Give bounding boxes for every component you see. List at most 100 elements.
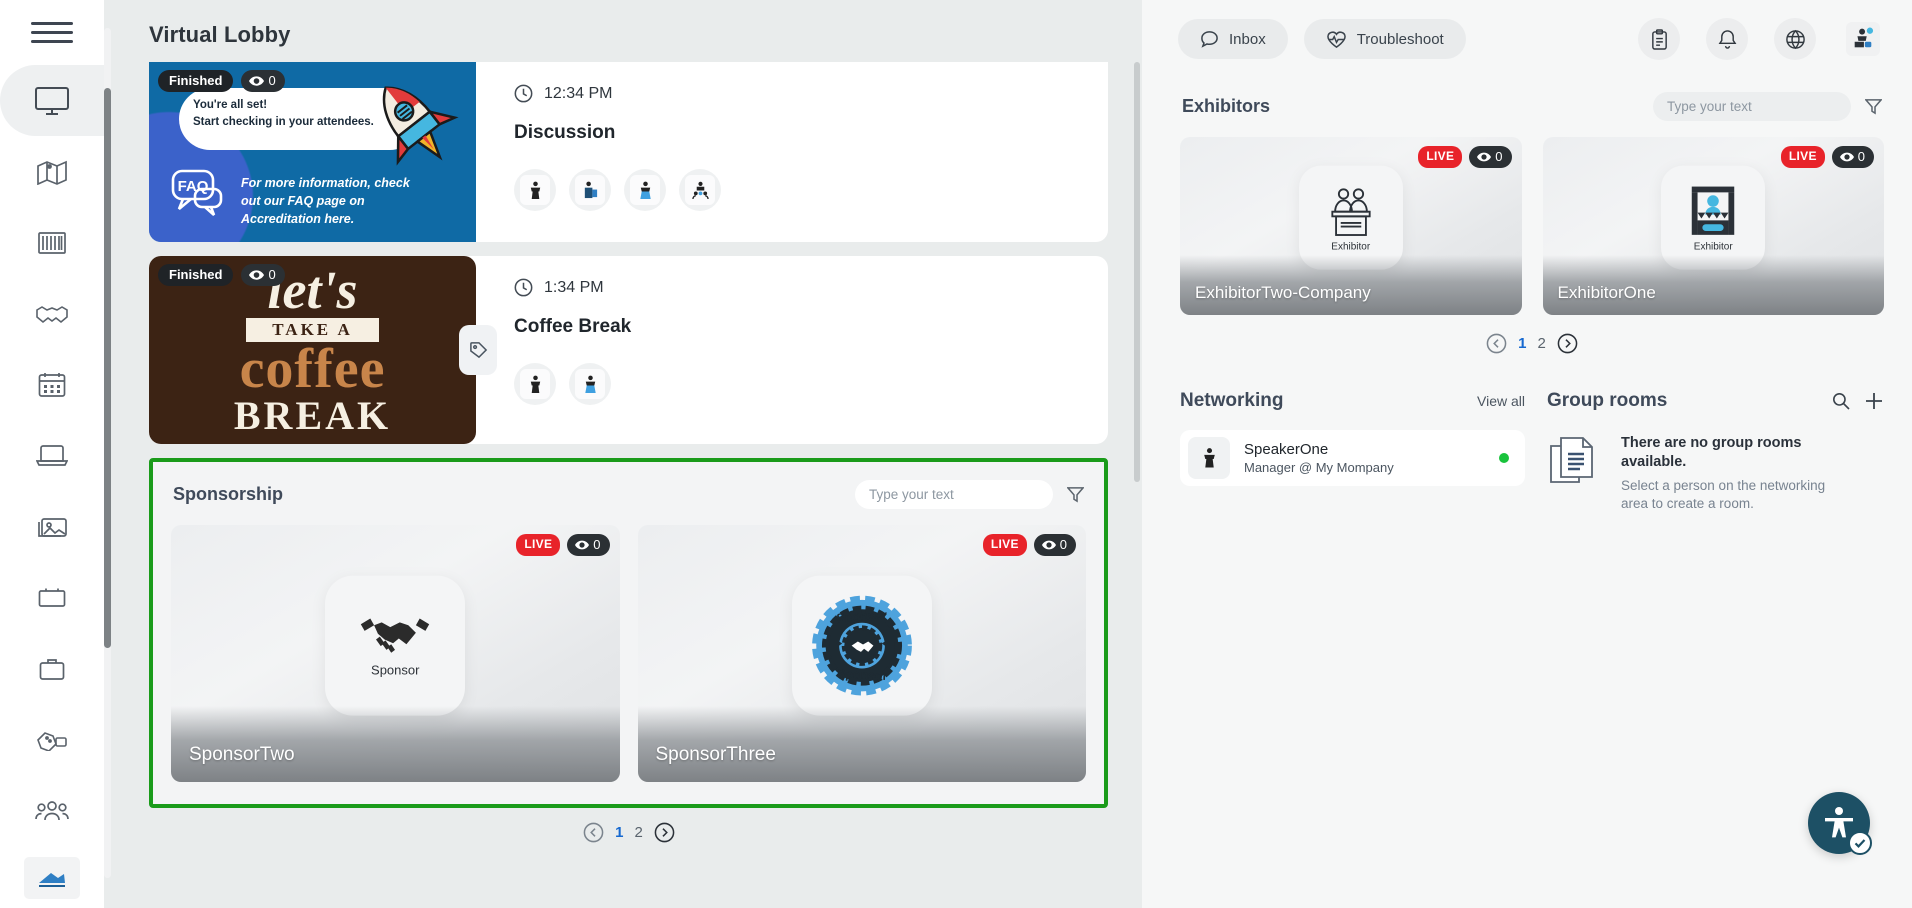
speaker-avatar[interactable] (569, 169, 611, 211)
group-rooms-empty-text: There are no group rooms available. Sele… (1621, 432, 1843, 513)
page-number-2[interactable]: 2 (1538, 335, 1546, 352)
content-scrollbar[interactable] (1134, 62, 1140, 482)
sponsorship-search[interactable] (855, 480, 1053, 509)
live-badge: LIVE (1418, 146, 1463, 168)
filter-icon[interactable] (1067, 486, 1084, 503)
search-icon[interactable] (1832, 392, 1850, 410)
podium-blue-icon (630, 175, 660, 205)
filter-icon[interactable] (1865, 98, 1882, 115)
networking-title: Networking (1180, 390, 1284, 411)
eye-icon (1839, 152, 1854, 162)
right-panel: Inbox Troubleshoot Exhibitors Type your … (1142, 0, 1912, 908)
sidebar-scrollbar-thumb[interactable] (104, 88, 111, 648)
notifications-button[interactable] (1706, 18, 1748, 60)
group-rooms-header: Group rooms (1547, 390, 1884, 412)
exhibitors-search-input[interactable] (1667, 99, 1844, 114)
exhibitor-card[interactable]: LIVE 0 Exhibitor ExhibitorTwo-Company (1180, 137, 1522, 315)
exhibitors-search[interactable] (1653, 92, 1851, 121)
tag-icon[interactable] (459, 325, 497, 375)
clipboard-icon (1651, 28, 1667, 50)
eye-icon (249, 270, 265, 280)
prev-page-icon[interactable] (583, 822, 604, 843)
speaker-avatar[interactable] (514, 363, 556, 405)
event-logo-icon (24, 857, 80, 899)
views-count: 0 (593, 537, 601, 552)
right-body: Exhibitors LIVE (1142, 78, 1912, 513)
networking-person-card[interactable]: SpeakerOne Manager @ My Mompany (1180, 430, 1525, 486)
exhibitor-name: ExhibitorTwo-Company (1195, 283, 1371, 302)
group-rooms-empty-subtitle: Select a person on the networking area t… (1621, 478, 1826, 511)
verified-check-icon (1848, 831, 1872, 855)
online-status-dot (1499, 453, 1509, 463)
presenter-icon (575, 175, 605, 205)
session-time-row: 1:34 PM (514, 278, 1108, 297)
sidebar-item-event-logo[interactable] (0, 846, 104, 908)
group-rooms-tools (1832, 391, 1884, 411)
clipboard-button[interactable] (1638, 18, 1680, 60)
speaker-avatar[interactable] (679, 169, 721, 211)
sidebar-item-sponsors[interactable] (0, 278, 104, 349)
live-badge: LIVE (982, 534, 1027, 556)
sidebar-item-tags[interactable] (0, 704, 104, 775)
faq-bubble-icon: FAQ (171, 169, 229, 226)
accessibility-button[interactable] (1808, 792, 1872, 855)
group-rooms-title: Group rooms (1547, 390, 1668, 411)
language-button[interactable] (1774, 18, 1816, 60)
sponsor-card[interactable]: LIVE 0 Sponsor SponsorTwo (171, 525, 620, 782)
session-time: 1:34 PM (544, 278, 604, 296)
sponsorship-pagination: 1 2 (116, 822, 1142, 843)
sidebar-scrollbar[interactable] (104, 28, 111, 878)
sponsor-card[interactable]: LIVE 0 Sponsor Sponsor SponsorThree (637, 525, 1086, 782)
top-bar: Inbox Troubleshoot (1142, 0, 1912, 78)
sidebar-item-agenda[interactable] (0, 349, 104, 420)
podium-icon (520, 369, 550, 399)
troubleshoot-button[interactable]: Troubleshoot (1303, 19, 1466, 59)
sidebar-item-tickets[interactable] (0, 562, 104, 633)
page-number-2[interactable]: 2 (635, 824, 643, 841)
next-page-icon[interactable] (1557, 333, 1578, 354)
sidebar-item-sessions[interactable] (0, 420, 104, 491)
networking-view-all[interactable]: View all (1477, 393, 1525, 409)
profile-avatar[interactable] (1842, 18, 1884, 60)
svg-text:Sponsor: Sponsor (836, 666, 887, 683)
sponsor-card-badges: LIVE 0 (516, 534, 610, 556)
sidebar-item-barcode[interactable] (0, 207, 104, 278)
session-thumbnail[interactable]: Finished 0 You're all set! Start checkin… (149, 62, 476, 242)
page-number-1[interactable]: 1 (615, 824, 623, 841)
documents-icon (1550, 437, 1593, 483)
views-badge: 0 (241, 264, 285, 286)
exhibitor-card[interactable]: LIVE 0 Exhibitor ExhibitorOne (1542, 137, 1884, 315)
clock-icon (514, 84, 533, 103)
speaker-avatar[interactable] (569, 363, 611, 405)
heart-pulse-icon (1326, 31, 1346, 48)
sponsorship-tools (855, 480, 1084, 509)
sidebar-item-gallery[interactable] (0, 491, 104, 562)
session-thumbnail[interactable]: Finished 0 let's TAKE A coffee BREAK (149, 256, 476, 444)
sidebar-item-virtual-lobby[interactable] (0, 65, 104, 136)
session-title: Discussion (514, 122, 616, 143)
speaker-avatar[interactable] (624, 169, 666, 211)
prev-page-icon[interactable] (1486, 333, 1507, 354)
eye-icon (249, 76, 265, 86)
eye-icon (1041, 540, 1056, 550)
person-info: SpeakerOne Manager @ My Mompany (1244, 441, 1394, 475)
session-card[interactable]: Finished 0 You're all set! Start checkin… (149, 62, 1108, 242)
sponsorship-search-input[interactable] (869, 487, 1046, 502)
sidebar-item-people[interactable] (0, 775, 104, 846)
inbox-button[interactable]: Inbox (1178, 19, 1288, 59)
exhibitors-tools (1653, 92, 1882, 121)
speaker-avatar[interactable] (514, 169, 556, 211)
exhibitor-logo-caption: Exhibitor (1331, 241, 1371, 253)
hamburger-menu-icon[interactable] (31, 22, 73, 43)
person-avatar (1188, 437, 1230, 479)
sponsor-card-badges: LIVE 0 (982, 534, 1076, 556)
views-badge: 0 (1831, 146, 1874, 168)
app-root: Virtual Lobby Finished 0 You're all set!… (0, 0, 1912, 908)
plus-icon[interactable] (1864, 391, 1884, 411)
page-number-1[interactable]: 1 (1518, 335, 1526, 352)
next-page-icon[interactable] (654, 822, 675, 843)
exhibitor-card-badges: LIVE 0 (1418, 146, 1512, 168)
sidebar-item-map[interactable] (0, 136, 104, 207)
session-card[interactable]: Finished 0 let's TAKE A coffee BREAK 1:3… (149, 256, 1108, 444)
sidebar-item-briefcase[interactable] (0, 633, 104, 704)
